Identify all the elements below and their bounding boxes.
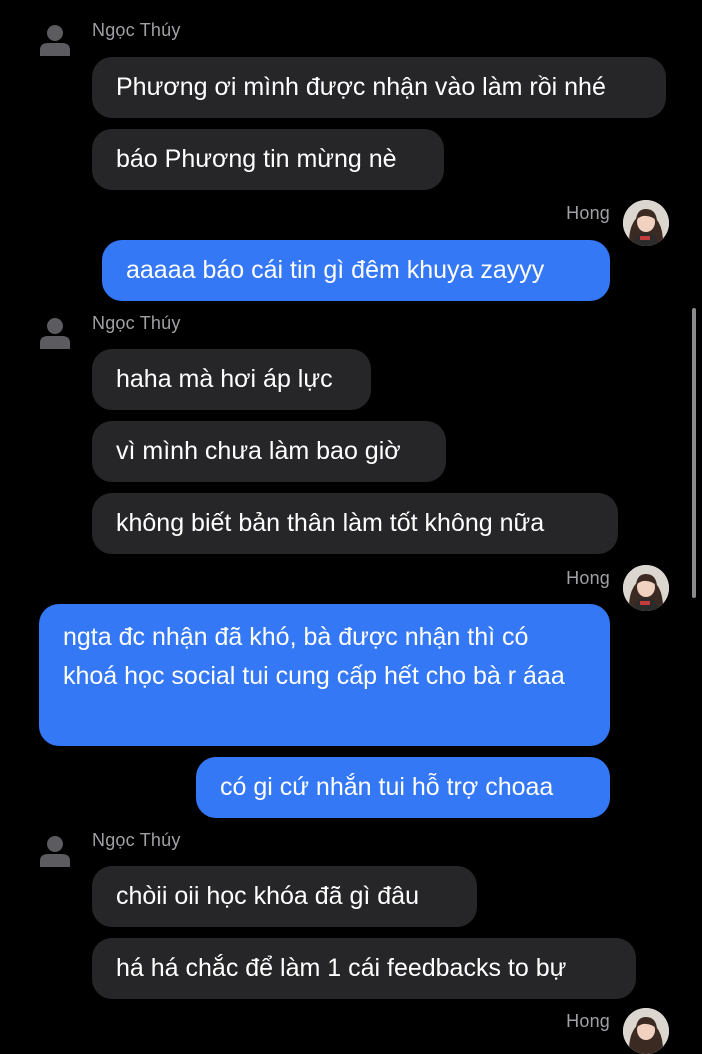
message-bubble-incoming[interactable]: chòii oii học khóa đã gì đâu xyxy=(92,866,477,927)
sender-name: Hong xyxy=(566,568,610,588)
message-bubble-outgoing[interactable]: ngta đc nhận đã khó, bà được nhận thì có… xyxy=(39,604,610,746)
message-bubble-incoming[interactable]: vì mình chưa làm bao giờ xyxy=(92,421,446,482)
message-bubble-outgoing[interactable]: có gi cứ nhắn tui hỗ trợ choaa xyxy=(196,757,610,818)
message-bubble-incoming[interactable]: báo Phương tin mừng nè xyxy=(92,129,444,190)
person-silhouette-icon[interactable] xyxy=(38,315,72,349)
message-bubble-outgoing[interactable]: aaaaa báo cái tin gì đêm khuya zayyy xyxy=(102,240,610,301)
profile-photo[interactable] xyxy=(623,200,669,246)
message-bubble-incoming[interactable]: Phương ơi mình được nhận vào làm rồi nhé xyxy=(92,57,666,118)
profile-photo[interactable] xyxy=(623,565,669,611)
sender-name: Ngọc Thúy xyxy=(92,313,181,333)
sender-name: Ngọc Thúy xyxy=(92,830,181,850)
profile-photo[interactable] xyxy=(623,1008,669,1054)
message-bubble-incoming[interactable]: không biết bản thân làm tốt không nữa xyxy=(92,493,618,554)
message-bubble-incoming[interactable]: há há chắc để làm 1 cái feedbacks to bự xyxy=(92,938,636,999)
sender-name: Hong xyxy=(566,203,610,223)
sender-name: Hong xyxy=(566,1011,610,1031)
sender-name: Ngọc Thúy xyxy=(92,20,181,40)
chat-thread: Ngọc Thúy Phương ơi mình được nhận vào l… xyxy=(0,0,702,1054)
person-silhouette-icon[interactable] xyxy=(38,22,72,56)
person-silhouette-icon[interactable] xyxy=(38,833,72,867)
message-bubble-incoming[interactable]: haha mà hơi áp lực xyxy=(92,349,371,410)
scrollbar[interactable] xyxy=(692,308,696,598)
